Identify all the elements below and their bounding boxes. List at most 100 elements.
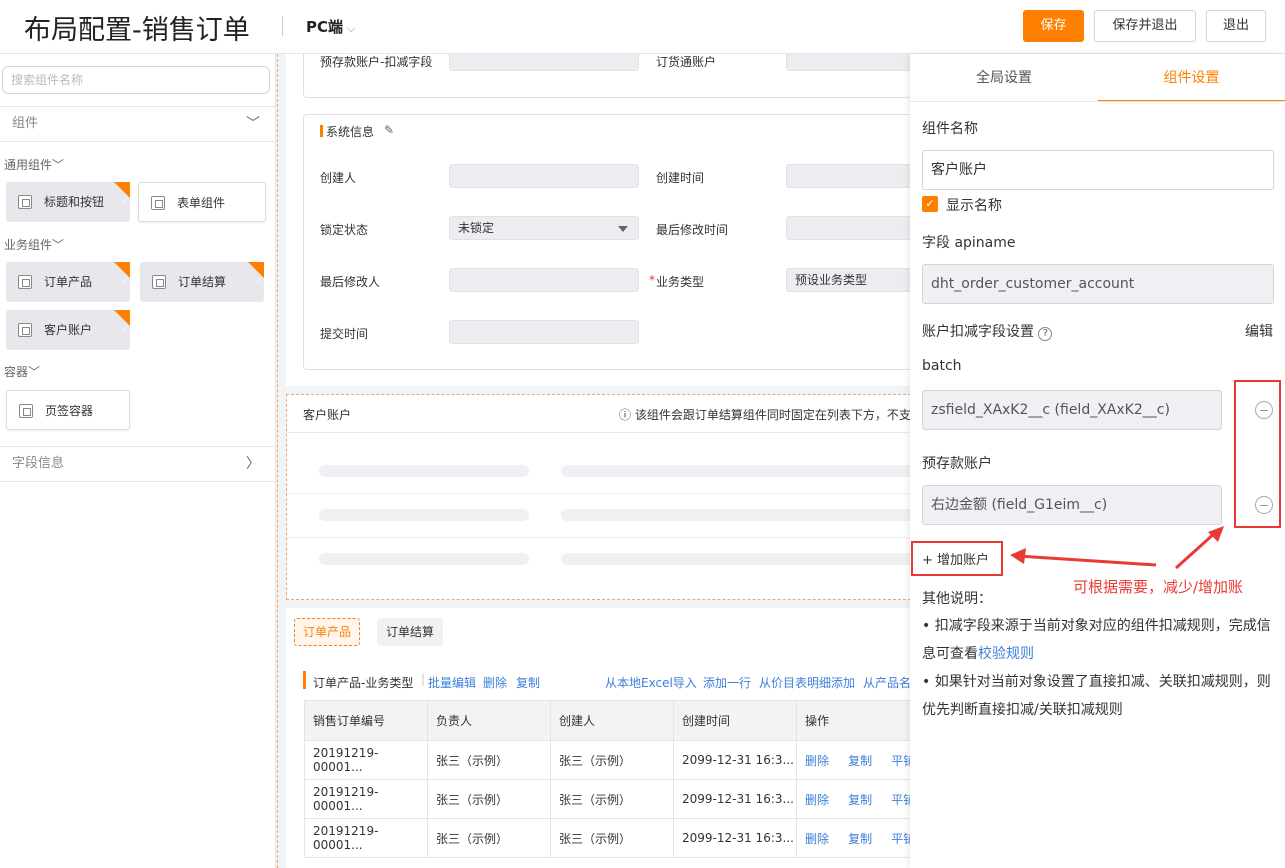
component-form[interactable]: 表单组件	[138, 182, 266, 222]
column-header: 销售订单编号	[304, 700, 428, 741]
excel-import-link[interactable]: 从本地Excel导入	[605, 674, 697, 691]
component-header: 客户账户 ⓘ 该组件会跟订单结算组件同时固定在列表下方，不支	[287, 395, 910, 433]
components-section-header[interactable]: 组件 ﹀	[0, 106, 276, 142]
row-copy-link[interactable]: 复制	[848, 754, 872, 768]
table-cell: 2099-12-31 16:3...	[673, 779, 797, 819]
chevron-down-icon: ﹀	[246, 116, 260, 132]
tab-order-settle[interactable]: 订单结算	[377, 618, 444, 646]
component-order-product[interactable]: 订单产品	[6, 261, 130, 302]
skeleton-bar	[561, 509, 910, 521]
column-header: 负责人	[427, 700, 551, 741]
lock-status-select[interactable]: 未锁定	[449, 216, 639, 240]
device-selector[interactable]: PC端 ⌵	[306, 16, 355, 37]
group-general-label[interactable]: 通用组件﹀	[4, 156, 64, 173]
form-component[interactable]: 预存款账户-扣减字段 订货通账户 系统信息 ✎ 创建人 创建时间 锁定状态 未锁…	[286, 54, 910, 386]
skeleton-bar	[561, 553, 910, 565]
field-input[interactable]	[786, 54, 910, 71]
validation-rules-link[interactable]: 校验规则	[978, 646, 1034, 662]
edit-icon[interactable]: ✎	[384, 123, 394, 137]
customer-account-component[interactable]: 客户账户 ⓘ 该组件会跟订单结算组件同时固定在列表下方，不支	[286, 394, 910, 600]
add-from-price-link[interactable]: 从价目表明细添加	[759, 674, 855, 691]
column-header: 创建时间	[673, 700, 797, 741]
tab-component-settings[interactable]: 组件设置	[1098, 54, 1285, 102]
group-container-label[interactable]: 容器﹀	[4, 363, 40, 380]
field-input[interactable]	[786, 216, 910, 240]
from-product-link[interactable]: 从产品名	[863, 674, 910, 691]
row-copy-link[interactable]: 复制	[848, 793, 872, 807]
field-input[interactable]	[449, 164, 639, 188]
component-tab-container[interactable]: 页签容器	[6, 390, 130, 430]
divider	[282, 16, 283, 36]
tab-global-settings[interactable]: 全局设置	[910, 54, 1098, 102]
form-card-top: 预存款账户-扣减字段 订货通账户	[303, 54, 910, 98]
field-input[interactable]	[449, 320, 639, 344]
tab-order-product[interactable]: 订单产品	[294, 618, 361, 646]
component-label: 标题和按钮	[44, 195, 105, 209]
component-title-button[interactable]: 标题和按钮	[6, 181, 130, 222]
row-delete-link[interactable]: 删除	[805, 793, 829, 807]
row-delete-link[interactable]: 删除	[805, 832, 829, 846]
delete-link[interactable]: 删除	[483, 674, 507, 691]
row-copy-link[interactable]: 复制	[848, 832, 872, 846]
column-header: 操作	[796, 700, 910, 741]
component-icon	[19, 404, 33, 418]
divider	[910, 101, 1285, 102]
row-delete-link[interactable]: 删除	[805, 754, 829, 768]
show-name-checkbox[interactable]: ✓	[922, 196, 938, 212]
field-label: 业务类型	[656, 275, 705, 289]
biz-type-field[interactable]: 预设业务类型	[786, 268, 910, 292]
component-sidebar: 搜索组件名称 组件﹀ 通用组件﹀ 标题和按钮 表单组件 业务组件﹀ 订单产品 订…	[0, 54, 276, 868]
field-input[interactable]	[786, 164, 910, 188]
required-mark: *	[649, 273, 655, 287]
row-more-link[interactable]: 平铺	[891, 754, 910, 768]
checked-corner-icon	[114, 181, 130, 221]
exit-button[interactable]: 退出	[1206, 10, 1266, 42]
field-label: 创建人	[320, 171, 357, 185]
component-label: 客户账户	[44, 323, 93, 337]
fields-section-header[interactable]: 字段信息 〉	[0, 446, 276, 482]
table-ops-cell: 删除 复制 平铺	[796, 779, 910, 819]
search-input[interactable]: 搜索组件名称	[2, 66, 270, 94]
save-button[interactable]: 保存	[1023, 10, 1084, 42]
table-cell: 张三（示例）	[427, 779, 551, 819]
batch-edit-link[interactable]: 批量编辑	[428, 674, 476, 691]
field-input[interactable]	[449, 54, 639, 71]
edit-link[interactable]: 编辑	[1245, 321, 1273, 341]
section-title: 系统信息	[326, 125, 375, 139]
skeleton-bar	[319, 465, 529, 477]
section-accent	[320, 125, 323, 137]
chevron-down-icon: ﹀	[52, 238, 65, 252]
products-table: 销售订单编号 负责人 创建人 创建时间 操作 20191219-00001...…	[304, 700, 910, 858]
arrow-line	[1174, 530, 1218, 570]
add-account-button[interactable]: + 增加账户	[922, 549, 989, 568]
skeleton-bar	[319, 509, 529, 521]
note-1-text: • 扣减字段来源于当前对象对应的组件扣减规则，完成信息可查看	[922, 618, 1271, 662]
component-label: 页签容器	[45, 404, 94, 418]
row-more-link[interactable]: 平铺	[891, 832, 910, 846]
batch-label: batch	[922, 358, 962, 374]
warning-text: ⓘ 该组件会跟订单结算组件同时固定在列表下方，不支	[619, 408, 910, 422]
layout-canvas: 预存款账户-扣减字段 订货通账户 系统信息 ✎ 创建人 创建时间 锁定状态 未锁…	[277, 54, 910, 868]
component-name-input[interactable]: 客户账户	[922, 150, 1274, 190]
component-order-settle[interactable]: 订单结算	[140, 261, 264, 302]
row-more-link[interactable]: 平铺	[891, 793, 910, 807]
device-label: PC端	[306, 18, 344, 36]
settings-panel: 全局设置 组件设置 组件名称 客户账户 ✓ 显示名称 字段 apiname dh…	[910, 54, 1285, 868]
annotation-text: 可根据需要，减少/增加账	[1073, 578, 1244, 596]
field-input[interactable]	[449, 268, 639, 292]
tab-container-component[interactable]: 订单产品 订单结算 订单产品-业务类型 | 批量编辑 删除 复制 从本地Exce…	[286, 608, 910, 868]
group-business-label[interactable]: 业务组件﹀	[4, 236, 64, 253]
field-label: 订货通账户	[656, 55, 717, 69]
component-icon	[18, 323, 32, 337]
save-exit-button[interactable]: 保存并退出	[1094, 10, 1196, 42]
divider: |	[421, 672, 426, 686]
table-ops-cell: 删除 复制 平铺	[796, 818, 910, 858]
help-icon[interactable]: ?	[1038, 327, 1053, 341]
add-row-link[interactable]: 添加一行	[703, 674, 751, 691]
copy-link[interactable]: 复制	[516, 674, 540, 691]
field-label: 最后修改人	[320, 275, 381, 289]
top-bar: 布局配置-销售订单 PC端 ⌵ 保存 保存并退出 退出	[0, 0, 1285, 54]
divider	[287, 493, 910, 494]
component-customer-account[interactable]: 客户账户	[6, 309, 130, 350]
apiname-field: dht_order_customer_account	[922, 264, 1274, 304]
